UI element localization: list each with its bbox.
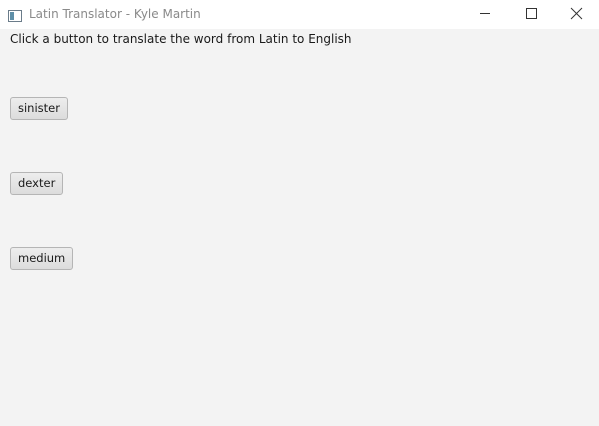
close-button[interactable] xyxy=(553,0,599,29)
dexter-button[interactable]: dexter xyxy=(10,172,64,195)
app-window: Latin Translator - Kyle Martin Click a b… xyxy=(0,0,599,426)
main-content: Click a button to translate the word fro… xyxy=(0,29,599,426)
title-bar[interactable]: Latin Translator - Kyle Martin xyxy=(0,0,599,29)
maximize-button[interactable] xyxy=(508,0,554,29)
window-title: Latin Translator - Kyle Martin xyxy=(29,7,201,21)
app-window-icon xyxy=(8,7,22,22)
medium-button[interactable]: medium xyxy=(10,247,74,270)
minimize-button[interactable] xyxy=(462,0,508,29)
sinister-button[interactable]: sinister xyxy=(10,97,68,120)
instruction-label: Click a button to translate the word fro… xyxy=(10,32,352,46)
